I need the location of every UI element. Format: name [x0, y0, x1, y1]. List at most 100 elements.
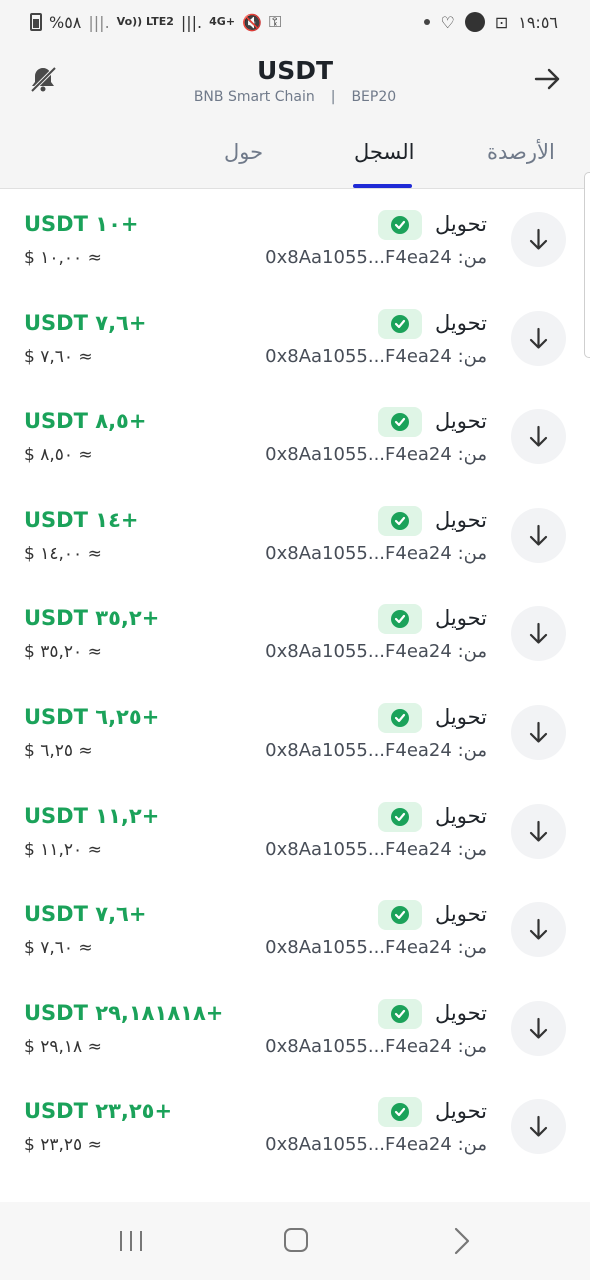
arrow-right-icon[interactable] [532, 64, 562, 94]
receive-icon-circle [511, 310, 566, 366]
from-address: من: 0x8Aa1055...F4ea24 [265, 839, 487, 860]
from-address: من: 0x8Aa1055...F4ea24 [265, 740, 487, 761]
transaction-type: تحويل [435, 212, 487, 236]
arrow-down-icon [529, 327, 548, 349]
address: 0x8Aa1055...F4ea24 [265, 542, 452, 564]
receive-icon-circle [511, 507, 566, 563]
check-circle-icon [391, 413, 409, 432]
transaction-row[interactable]: USDT ٧,٦+ $ ٧,٦٠ ≈ تحويل من: 0x8Aa1055..… [0, 880, 590, 979]
network-label: Vo)) LTE2 [116, 15, 174, 28]
status-badge [378, 702, 422, 733]
signal-bars-icon: |||. [180, 12, 203, 32]
amount: USDT ٦,٢٥+ [24, 704, 160, 729]
check-circle-icon [391, 708, 409, 727]
transaction-row[interactable]: USDT ٢٩,١٨١٨١٨+ $ ٢٩,١٨ ≈ تحويل من: 0x8A… [0, 979, 590, 1078]
from-label: من: [457, 542, 487, 564]
recent-apps-icon[interactable] [118, 1229, 144, 1253]
usd-value: $ ٧,٦٠ ≈ [24, 346, 93, 367]
amount: USDT ٨,٥+ [24, 409, 147, 434]
from-address: من: 0x8Aa1055...F4ea24 [265, 247, 487, 268]
home-icon[interactable] [284, 1228, 308, 1252]
from-address: من: 0x8Aa1055...F4ea24 [265, 1036, 487, 1057]
transaction-type: تحويل [435, 902, 487, 927]
amount: USDT ٢٣,٢٥+ [24, 1099, 173, 1124]
transaction-row[interactable]: USDT ٧,٦+ $ ٧,٦٠ ≈ تحويل من: 0x8Aa1055..… [0, 289, 590, 388]
arrow-down-icon [529, 1017, 548, 1039]
receive-icon-circle [511, 212, 566, 267]
chain-name: BNB Smart Chain [193, 89, 315, 105]
clock: ١٩:٥٦ [518, 12, 558, 32]
from-address: من: 0x8Aa1055...F4ea24 [265, 641, 487, 662]
from-address: من: 0x8Aa1055...F4ea24 [265, 444, 487, 465]
transaction-row[interactable]: USDT ١٠+ $ ١٠,٠٠ ≈ تحويل من: 0x8Aa1055..… [0, 190, 590, 289]
amount: USDT ٧,٦+ [24, 310, 147, 335]
from-label: من: [457, 345, 487, 367]
transaction-row[interactable]: USDT ٣٥,٢+ $ ٣٥,٢٠ ≈ تحويل من: 0x8Aa1055… [0, 584, 590, 683]
from-label: من: [457, 641, 487, 663]
active-tab-indicator [353, 184, 412, 188]
transaction-list: USDT ١٠+ $ ١٠,٠٠ ≈ تحويل من: 0x8Aa1055..… [0, 190, 590, 1176]
check-circle-icon [391, 511, 409, 530]
transaction-row[interactable]: USDT ١٤+ $ ١٤,٠٠ ≈ تحويل من: 0x8Aa1055..… [0, 486, 590, 585]
from-label: من: [457, 937, 487, 959]
from-address: من: 0x8Aa1055...F4ea24 [265, 1134, 487, 1155]
network-type: 4G+ [209, 15, 236, 28]
receive-icon-circle [511, 1099, 566, 1155]
check-circle-icon [391, 807, 409, 826]
status-badge [378, 210, 422, 240]
usd-value: $ ٦,٢٥ ≈ [24, 740, 93, 761]
from-label: من: [457, 739, 487, 761]
tab-about[interactable]: حول [224, 140, 263, 164]
transaction-row[interactable]: USDT ٦,٢٥+ $ ٦,٢٥ ≈ تحويل من: 0x8Aa1055.… [0, 683, 590, 782]
notification-dot-icon [424, 19, 431, 25]
arrow-down-icon [529, 426, 548, 447]
signal-bars-icon: |||. [88, 12, 110, 32]
page-title: USDT [256, 56, 334, 85]
transaction-type: تحويل [435, 1099, 487, 1124]
arrow-down-icon [529, 524, 548, 546]
status-badge [378, 900, 422, 931]
tab-balances[interactable]: الأرصدة [487, 140, 555, 164]
back-chevron-icon[interactable] [452, 1226, 472, 1256]
transaction-type: تحويل [435, 310, 487, 335]
app-icon [464, 12, 485, 32]
subtitle-separator: | [330, 89, 336, 105]
receive-icon-circle [511, 606, 566, 662]
chain-subtitle: BNB Smart Chain | BEP20 [0, 89, 590, 105]
address: 0x8Aa1055...F4ea24 [265, 444, 452, 466]
arrow-down-icon [529, 623, 548, 644]
screen-record-icon: ⊡ [494, 12, 509, 32]
transaction-type: تحويل [435, 606, 487, 631]
amount: USDT ٧,٦+ [24, 902, 147, 927]
status-badge [378, 505, 422, 536]
address: 0x8Aa1055...F4ea24 [265, 937, 452, 959]
status-badge [378, 308, 422, 339]
from-address: من: 0x8Aa1055...F4ea24 [265, 937, 487, 958]
arrow-down-icon [529, 721, 548, 743]
tab-history[interactable]: السجل [354, 140, 414, 164]
amount: USDT ٢٩,١٨١٨١٨+ [24, 1000, 224, 1025]
tab-bar: حول السجل الأرصدة [0, 132, 590, 189]
transaction-type: تحويل [435, 409, 487, 434]
transaction-row[interactable]: USDT ٢٣,٢٥+ $ ٢٣,٢٥ ≈ تحويل من: 0x8Aa105… [0, 1077, 590, 1176]
usd-value: $ ١١,٢٠ ≈ [24, 839, 102, 860]
amount: USDT ١٤+ [24, 507, 139, 532]
transaction-row[interactable]: USDT ١١,٢+ $ ١١,٢٠ ≈ تحويل من: 0x8Aa1055… [0, 782, 590, 881]
usd-value: $ ٨,٥٠ ≈ [24, 445, 93, 466]
token-standard: BEP20 [351, 89, 397, 105]
address: 0x8Aa1055...F4ea24 [265, 345, 452, 367]
status-badge [378, 801, 422, 832]
receive-icon-circle [511, 902, 566, 958]
receive-icon-circle [511, 803, 566, 859]
address: 0x8Aa1055...F4ea24 [265, 1035, 452, 1057]
arrow-down-icon [529, 919, 548, 940]
address: 0x8Aa1055...F4ea24 [265, 838, 452, 860]
transaction-row[interactable]: USDT ٨,٥+ $ ٨,٥٠ ≈ تحويل من: 0x8Aa1055..… [0, 387, 590, 486]
status-badge [378, 407, 422, 438]
address: 0x8Aa1055...F4ea24 [265, 739, 452, 761]
amount: USDT ٣٥,٢+ [24, 606, 160, 631]
check-circle-icon [391, 906, 409, 925]
transaction-type: تحويل [435, 1000, 487, 1025]
receive-icon-circle [511, 409, 566, 465]
amount: USDT ١١,٢+ [24, 803, 160, 828]
